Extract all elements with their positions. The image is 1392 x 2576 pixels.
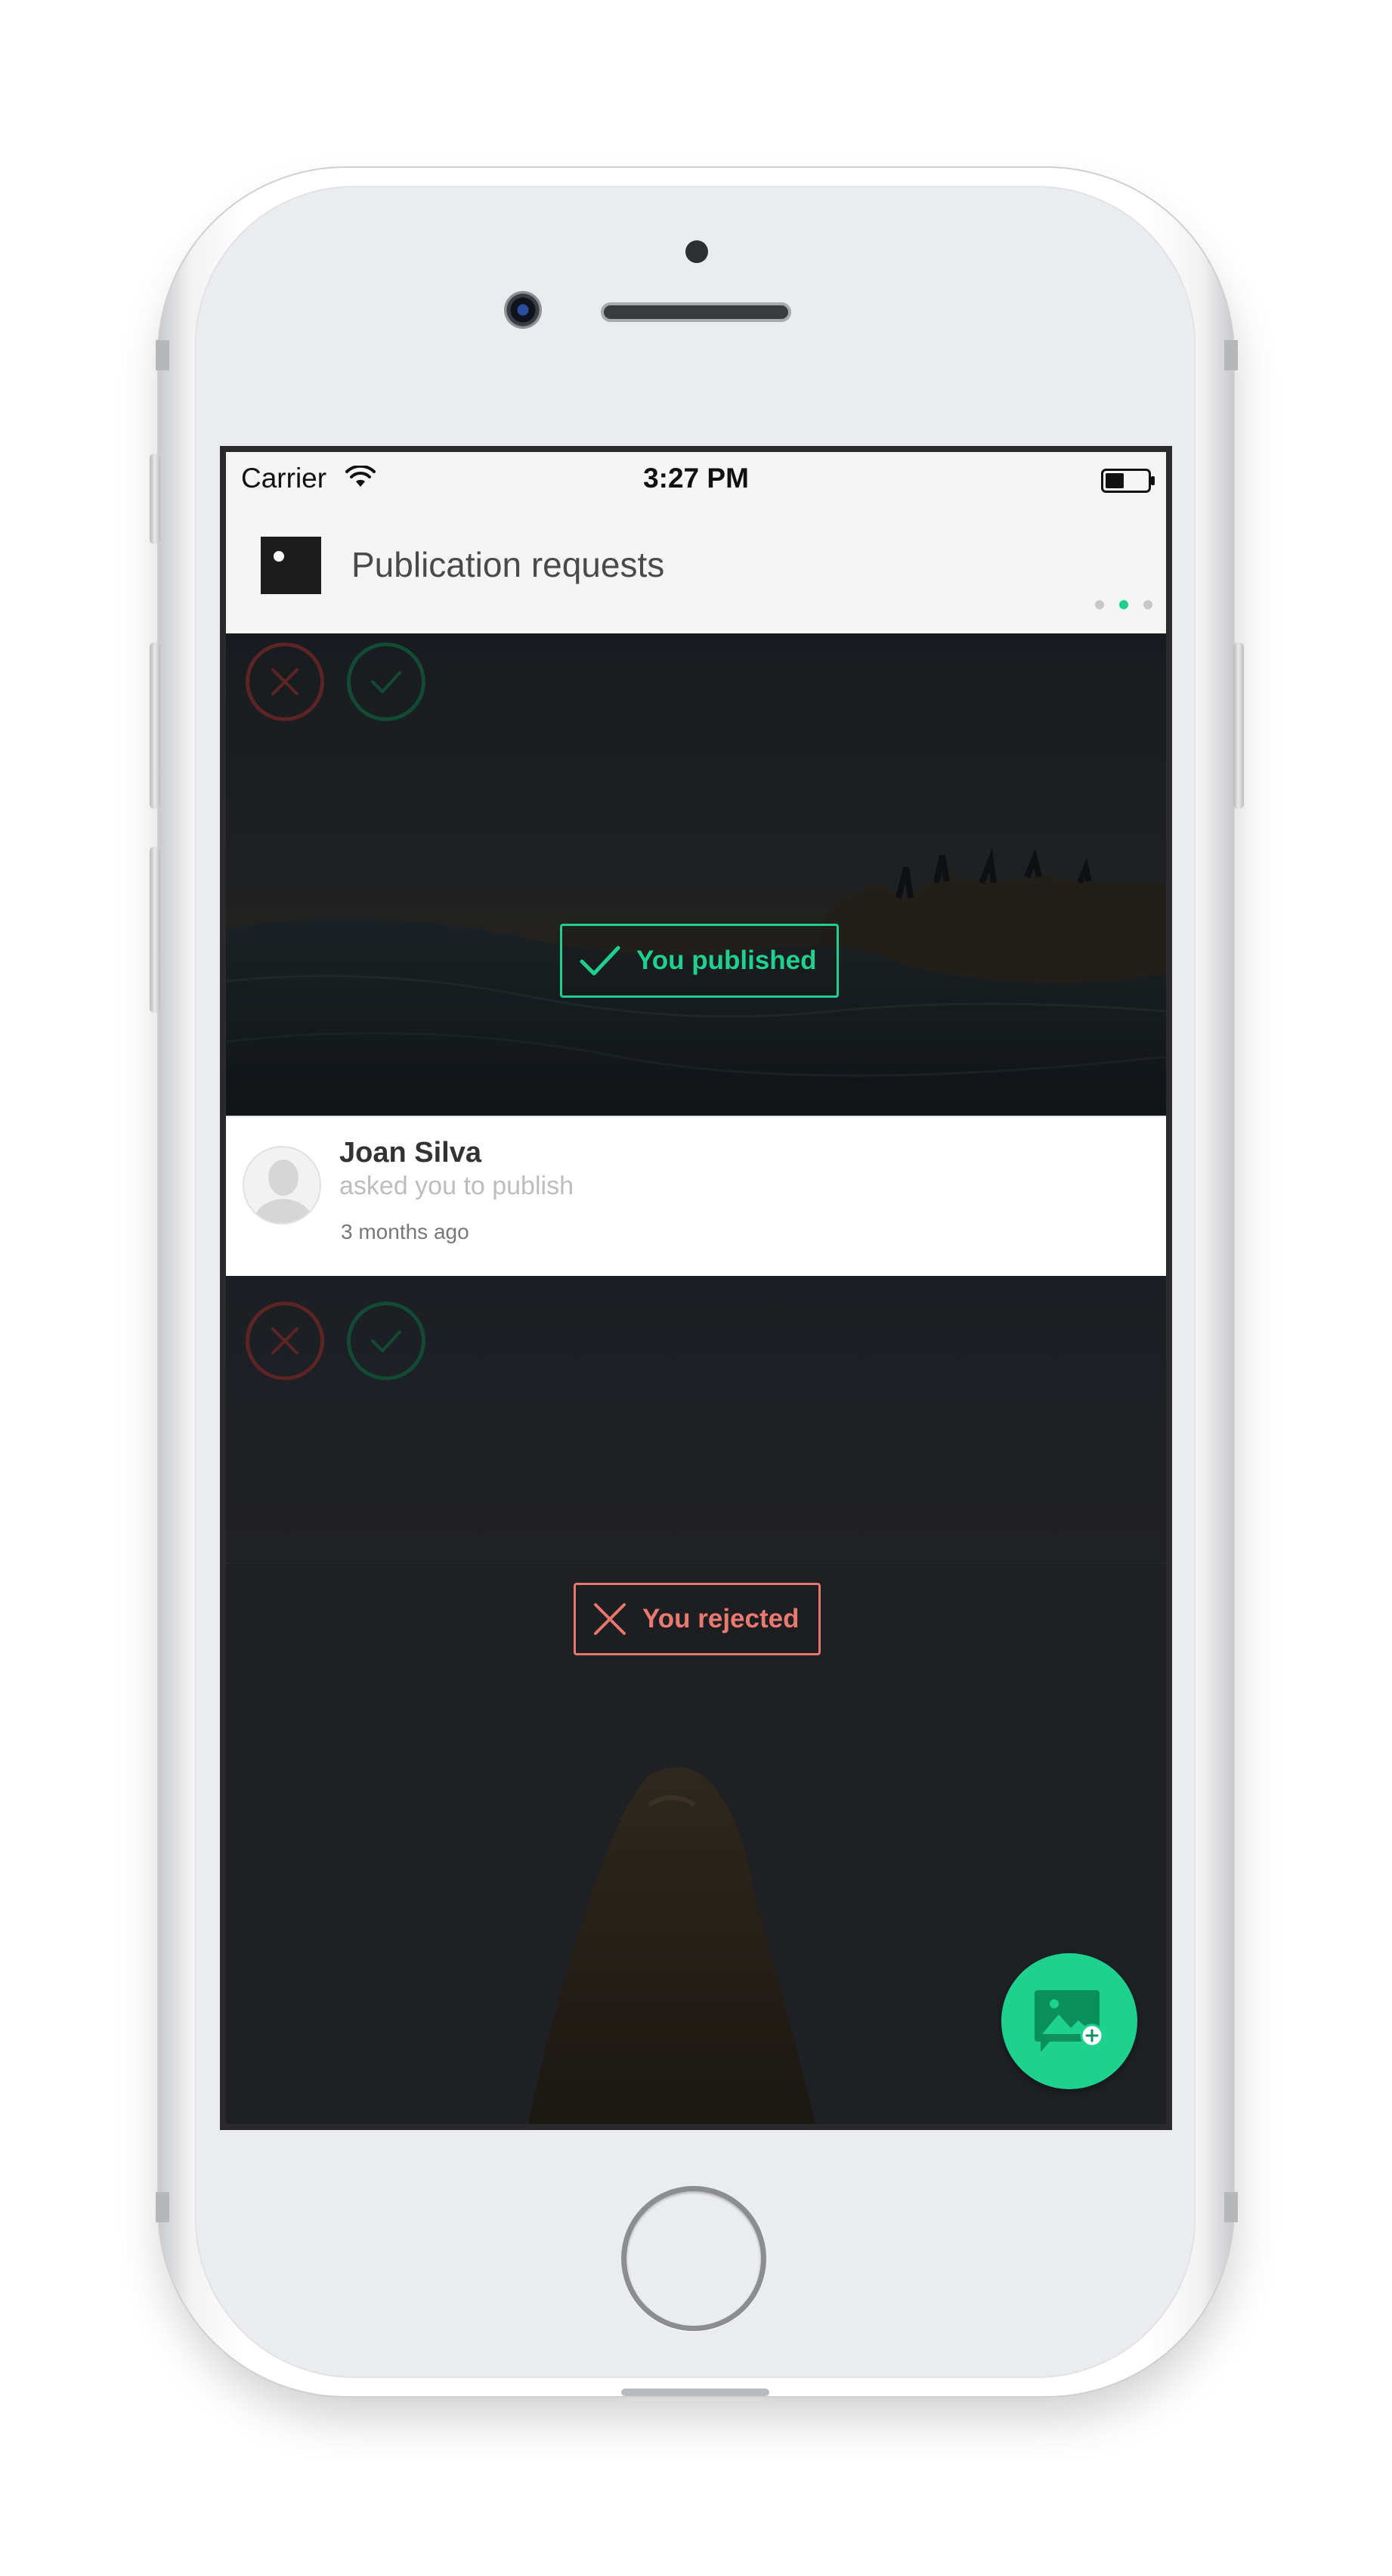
image-icon	[261, 537, 321, 594]
check-icon	[371, 1330, 401, 1352]
bottom-edge	[621, 2389, 769, 2396]
user-placeholder-icon	[252, 1160, 315, 1223]
approve-button[interactable]	[347, 1302, 425, 1380]
battery-icon	[1101, 469, 1155, 493]
phone-screen: Carrier 3:27 PM Publication requests You…	[220, 446, 1172, 2130]
status-badge-published: You published	[560, 924, 839, 998]
photo-card-published[interactable]: You published	[226, 633, 1166, 1116]
add-image-icon	[1035, 1990, 1104, 2052]
reject-button[interactable]	[246, 642, 324, 721]
avatar	[243, 1146, 321, 1225]
close-icon	[271, 1327, 299, 1355]
check-icon	[371, 671, 401, 693]
status-bar: Carrier 3:27 PM	[226, 452, 1166, 512]
approve-button[interactable]	[347, 642, 425, 721]
request-text: asked you to publish	[339, 1172, 574, 1200]
power-button	[1233, 642, 1244, 809]
check-icon	[580, 946, 620, 976]
mute-switch	[150, 454, 160, 544]
close-icon	[271, 668, 299, 695]
close-icon	[594, 1603, 626, 1635]
request-timestamp: 3 months ago	[341, 1220, 469, 1243]
antenna-band	[1224, 340, 1238, 370]
antenna-band	[1224, 2192, 1238, 2222]
page-indicator	[1095, 600, 1152, 609]
app-header: Publication requests	[226, 512, 1166, 633]
volume-up-button	[150, 642, 160, 809]
reject-button[interactable]	[246, 1302, 324, 1380]
status-label: You published	[636, 946, 817, 975]
status-badge-rejected: You rejected	[574, 1583, 821, 1655]
page-dot[interactable]	[1095, 600, 1104, 609]
add-image-button[interactable]	[1001, 1953, 1137, 2089]
earpiece-speaker	[601, 302, 791, 322]
volume-down-button	[150, 847, 160, 1013]
proximity-sensor	[685, 240, 708, 263]
front-camera	[504, 291, 542, 329]
home-button[interactable]	[621, 2186, 766, 2331]
page-dot-active[interactable]	[1119, 600, 1128, 609]
request-row[interactable]: Joan Silva asked you to publish 3 months…	[226, 1116, 1166, 1276]
status-label: You rejected	[642, 1604, 800, 1633]
requester-name[interactable]: Joan Silva	[339, 1137, 481, 1169]
app-screen: Carrier 3:27 PM Publication requests You…	[226, 452, 1166, 2124]
antenna-band	[156, 2192, 169, 2222]
clock: 3:27 PM	[643, 463, 749, 494]
page-dot[interactable]	[1143, 600, 1152, 609]
antenna-band	[156, 340, 169, 370]
page-title: Publication requests	[351, 545, 665, 584]
